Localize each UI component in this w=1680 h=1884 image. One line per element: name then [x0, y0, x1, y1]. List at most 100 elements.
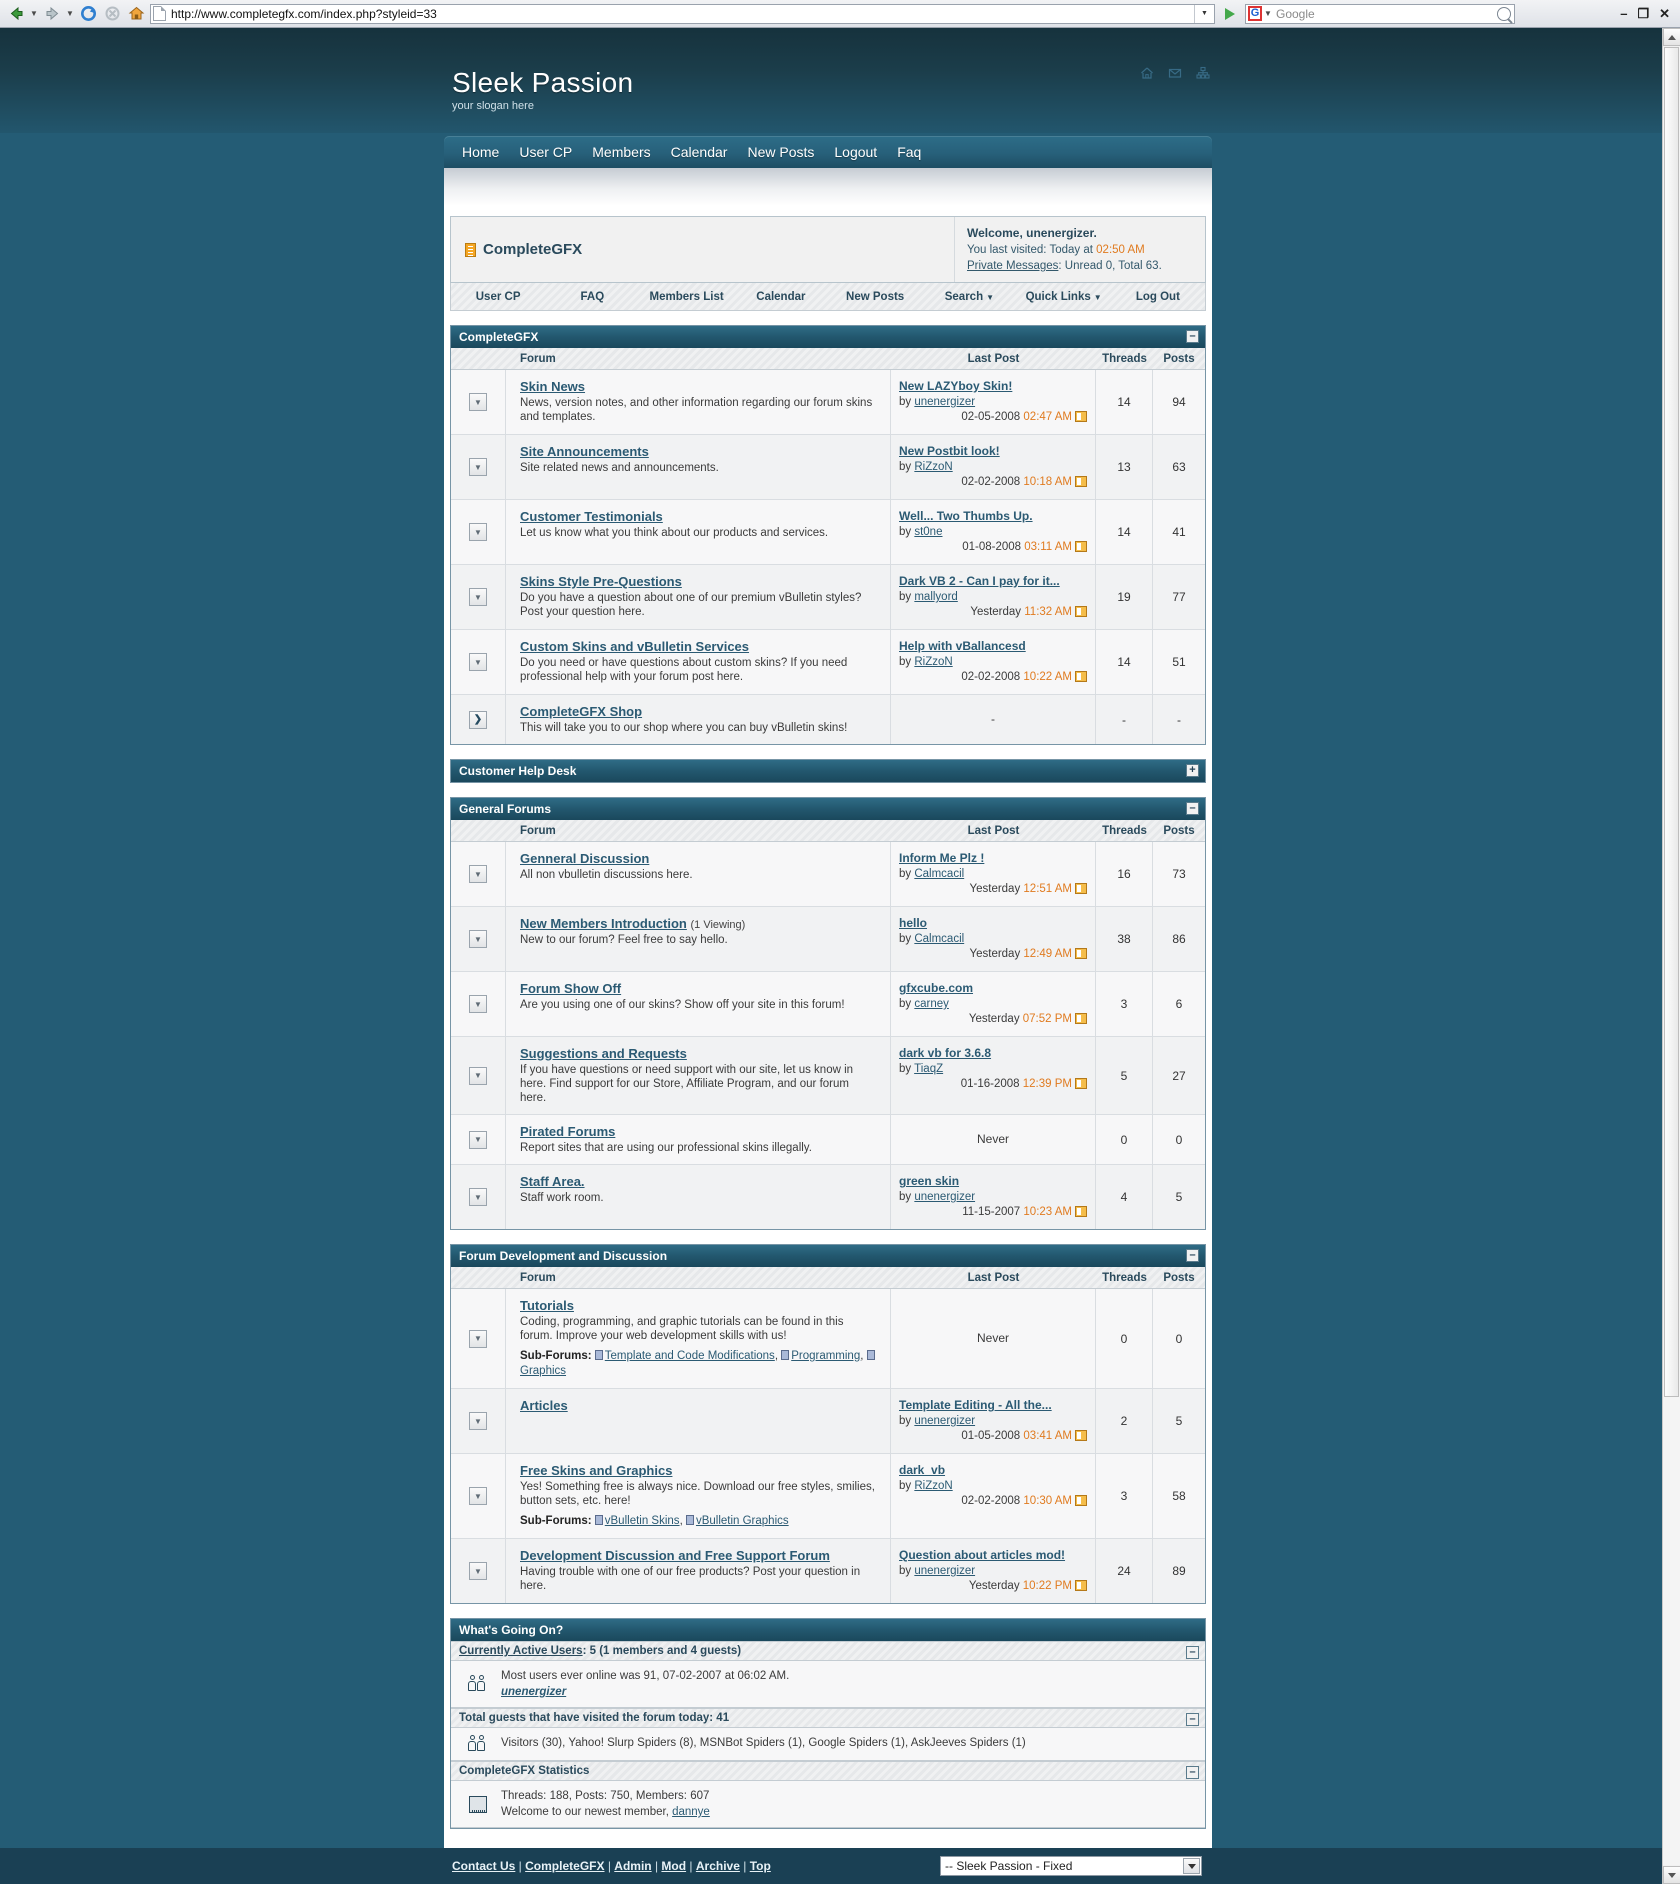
- search-engine-caret-icon[interactable]: ▼: [1264, 9, 1272, 18]
- last-post-author-link[interactable]: unenergizer: [914, 1565, 975, 1577]
- envelope-icon[interactable]: [1168, 66, 1182, 80]
- go-to-last-post-icon[interactable]: [1075, 1495, 1087, 1506]
- footer-link-completegfx[interactable]: CompleteGFX: [525, 1859, 604, 1873]
- no-new-posts-icon[interactable]: ▼: [469, 1412, 487, 1430]
- quicknav-log-out[interactable]: Log Out: [1111, 291, 1205, 303]
- sitemap-icon[interactable]: [1196, 66, 1210, 80]
- private-messages-link[interactable]: Private Messages: [967, 260, 1058, 272]
- address-dropdown-icon[interactable]: ▼: [1194, 4, 1214, 23]
- last-post-title-link[interactable]: gfxcube.com: [899, 981, 973, 995]
- address-bar[interactable]: http://www.completegfx.com/index.php?sty…: [150, 3, 1215, 24]
- go-to-last-post-icon[interactable]: [1075, 948, 1087, 959]
- no-new-posts-icon[interactable]: ▼: [469, 1329, 487, 1348]
- last-post-title-link[interactable]: Template Editing - All the...: [899, 1398, 1052, 1412]
- reload-icon[interactable]: [78, 4, 98, 24]
- last-post-title-link[interactable]: New Postbit look!: [899, 444, 1000, 458]
- forum-title-link[interactable]: Development Discussion and Free Support …: [520, 1548, 830, 1563]
- quicknav-new-posts[interactable]: New Posts: [828, 291, 922, 303]
- go-to-last-post-icon[interactable]: [1075, 1580, 1087, 1591]
- last-post-author-link[interactable]: RiZzoN: [914, 1480, 952, 1492]
- go-to-last-post-icon[interactable]: [1075, 411, 1087, 422]
- forum-title-link[interactable]: Articles: [520, 1398, 568, 1413]
- last-post-title-link[interactable]: Dark VB 2 - Can I pay for it...: [899, 574, 1060, 588]
- subforum-link[interactable]: vBulletin Skins: [605, 1515, 680, 1527]
- nav-item-newposts[interactable]: New Posts: [747, 144, 814, 160]
- no-new-posts-icon[interactable]: ▼: [469, 1487, 487, 1505]
- last-post-author-link[interactable]: RiZzoN: [914, 656, 952, 668]
- back-history-caret-icon[interactable]: ▼: [30, 9, 38, 18]
- go-to-last-post-icon[interactable]: [1075, 1078, 1087, 1089]
- go-to-last-post-icon[interactable]: [1075, 671, 1087, 682]
- go-to-last-post-icon[interactable]: [1075, 541, 1087, 552]
- no-new-posts-icon[interactable]: ▼: [469, 1130, 487, 1149]
- home-icon[interactable]: [126, 4, 146, 24]
- minimize-button[interactable]: –: [1620, 6, 1627, 21]
- no-new-posts-icon[interactable]: ▼: [469, 1188, 487, 1206]
- go-to-last-post-icon[interactable]: [1075, 1013, 1087, 1024]
- forum-title-link[interactable]: Free Skins and Graphics: [520, 1463, 672, 1478]
- chevron-down-icon[interactable]: [1183, 1858, 1200, 1874]
- no-new-posts-icon[interactable]: ▼: [469, 1562, 487, 1580]
- forum-title-link[interactable]: Forum Show Off: [520, 981, 621, 996]
- last-post-title-link[interactable]: New LAZYboy Skin!: [899, 379, 1012, 393]
- quicknav-faq[interactable]: FAQ: [545, 291, 639, 303]
- forum-title-link[interactable]: New Members Introduction: [520, 916, 687, 931]
- forum-title-link[interactable]: CompleteGFX Shop: [520, 704, 642, 719]
- go-to-last-post-icon[interactable]: [1075, 1430, 1087, 1441]
- forward-history-caret-icon[interactable]: ▼: [66, 9, 74, 18]
- nav-item-home[interactable]: Home: [462, 144, 499, 160]
- subforum-link[interactable]: Graphics: [520, 1365, 566, 1377]
- active-user-link[interactable]: unenergizer: [501, 1686, 566, 1698]
- no-new-posts-icon[interactable]: ▼: [469, 1066, 487, 1085]
- forum-title-link[interactable]: Genneral Discussion: [520, 851, 649, 866]
- last-post-author-link[interactable]: TiaqZ: [914, 1063, 943, 1075]
- scrollbar-track[interactable]: [1663, 47, 1680, 1865]
- quicknav-members-list[interactable]: Members List: [640, 291, 734, 303]
- style-selector[interactable]: -- Sleek Passion - Fixed: [940, 1856, 1202, 1876]
- collapse-button[interactable]: –: [1186, 1646, 1199, 1659]
- restore-button[interactable]: ❐: [1637, 6, 1649, 22]
- go-to-last-post-icon[interactable]: [1075, 606, 1087, 617]
- no-new-posts-icon[interactable]: ▼: [469, 930, 487, 948]
- forum-title-link[interactable]: Pirated Forums: [520, 1124, 615, 1139]
- vertical-scrollbar[interactable]: [1662, 28, 1680, 1884]
- no-new-posts-icon[interactable]: ▼: [469, 865, 487, 883]
- last-post-author-link[interactable]: unenergizer: [914, 1415, 975, 1427]
- nav-item-faq[interactable]: Faq: [897, 144, 921, 160]
- last-post-author-link[interactable]: carney: [914, 998, 949, 1010]
- quicknav-usercp[interactable]: User CP: [451, 291, 545, 303]
- scrollbar-thumb[interactable]: [1664, 47, 1679, 1397]
- newest-member-link[interactable]: dannye: [672, 1806, 710, 1818]
- nav-item-members[interactable]: Members: [592, 144, 650, 160]
- last-post-title-link[interactable]: dark_vb: [899, 1463, 945, 1477]
- browser-search-box[interactable]: G ▼ Google: [1245, 3, 1515, 24]
- go-button[interactable]: [1219, 4, 1241, 24]
- forum-title-link[interactable]: Site Announcements: [520, 444, 649, 459]
- last-post-title-link[interactable]: dark vb for 3.6.8: [899, 1046, 991, 1060]
- collapse-button[interactable]: –: [1186, 1766, 1199, 1779]
- nav-item-calendar[interactable]: Calendar: [671, 144, 728, 160]
- nav-item-usercp[interactable]: User CP: [519, 144, 572, 160]
- last-post-title-link[interactable]: Help with vBallancesd: [899, 639, 1026, 653]
- back-arrow-icon[interactable]: [6, 4, 26, 24]
- forum-title-link[interactable]: Suggestions and Requests: [520, 1046, 687, 1061]
- no-new-posts-icon[interactable]: ▼: [469, 588, 487, 606]
- no-new-posts-icon[interactable]: ▼: [469, 458, 487, 476]
- forum-title-link[interactable]: Skin News: [520, 379, 585, 394]
- no-new-posts-icon[interactable]: ▼: [469, 393, 487, 411]
- forum-title-link[interactable]: Staff Area.: [520, 1174, 585, 1189]
- footer-link-top[interactable]: Top: [750, 1859, 771, 1873]
- new-posts-icon[interactable]: ❯: [469, 710, 487, 729]
- forum-title-link[interactable]: Custom Skins and vBulletin Services: [520, 639, 749, 654]
- footer-link-mod[interactable]: Mod: [661, 1859, 686, 1873]
- last-post-title-link[interactable]: Inform Me Plz !: [899, 851, 984, 865]
- last-post-author-link[interactable]: mallyord: [914, 591, 957, 603]
- footer-link-archive[interactable]: Archive: [696, 1859, 740, 1873]
- last-post-author-link[interactable]: Calmcacil: [914, 868, 964, 880]
- close-button[interactable]: ✕: [1659, 6, 1670, 22]
- last-post-title-link[interactable]: Well... Two Thumbs Up.: [899, 509, 1033, 523]
- no-new-posts-icon[interactable]: ▼: [469, 995, 487, 1013]
- last-post-title-link[interactable]: green skin: [899, 1174, 959, 1188]
- go-to-last-post-icon[interactable]: [1075, 476, 1087, 487]
- subforum-link[interactable]: Template and Code Modifications: [605, 1350, 775, 1362]
